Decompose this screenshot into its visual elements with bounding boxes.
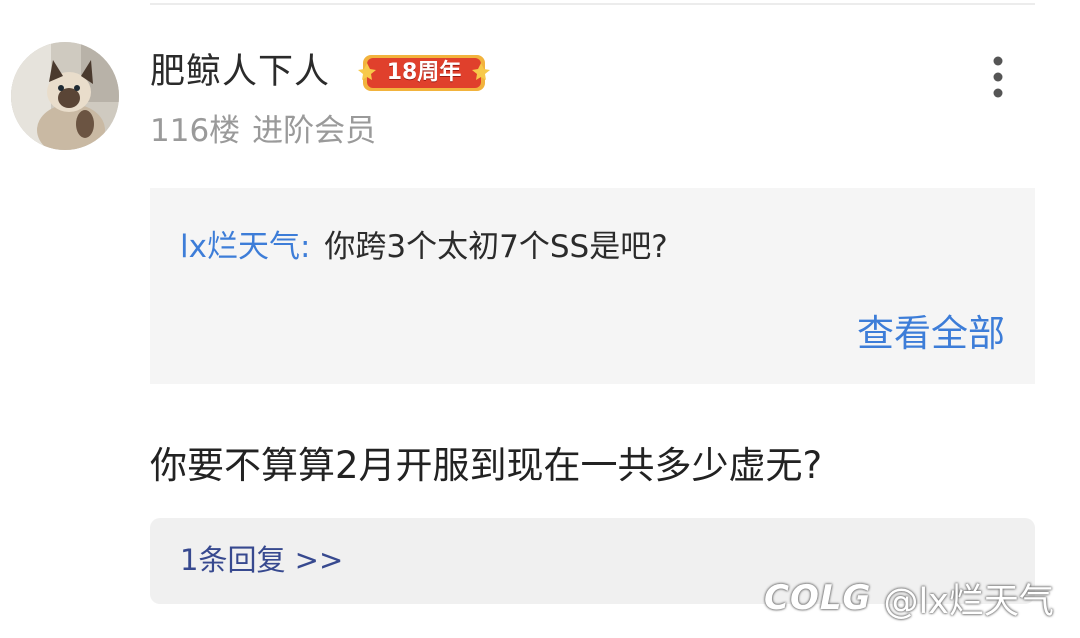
more-options-button[interactable] [978,52,1018,104]
comment-content: 你要不算算2月开服到现在一共多少虚无? [150,444,823,487]
anniversary-badge: 18周年 [357,52,491,94]
watermark: COLG @lx烂天气 [764,572,1054,624]
comment-page: 肥鲸人下人 18周年 116楼 进阶会员 lx烂天气: 你跨3个太初7个SS是吧? … [0,0,1080,638]
watermark-handle: @lx烂天气 [883,581,1054,622]
member-level: 进阶会员 [252,113,377,149]
quoted-author[interactable]: lx烂天气: [180,229,310,265]
user-avatar[interactable] [11,42,119,150]
view-all-button[interactable]: 查看全部 [857,310,1005,358]
comment-meta: 116楼 进阶会员 [150,110,376,152]
divider [150,3,1035,5]
quoted-reply-box: lx烂天气: 你跨3个太初7个SS是吧? 查看全部 [150,188,1035,384]
replies-link[interactable]: 1条回复 >> [180,539,343,581]
watermark-logo: COLG [764,578,872,618]
floor-number: 116楼 [150,113,241,149]
username[interactable]: 肥鲸人下人 [150,50,330,94]
quoted-text: 你跨3个太初7个SS是吧? [324,229,668,265]
badge-label: 18周年 [386,60,462,85]
more-vertical-icon [993,56,1003,98]
quoted-reply: lx烂天气: 你跨3个太初7个SS是吧? [180,226,668,268]
cat-avatar-icon [11,42,119,150]
